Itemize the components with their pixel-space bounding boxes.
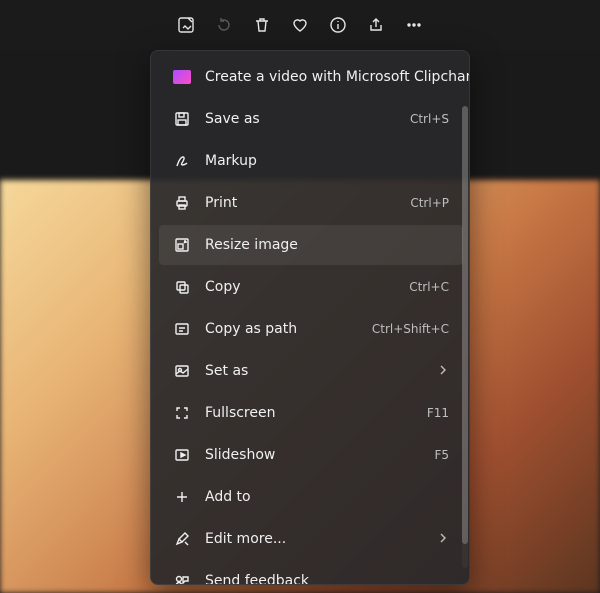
- save-icon: [173, 110, 191, 128]
- menu-item-label: Markup: [205, 153, 449, 169]
- more-button[interactable]: [395, 6, 433, 44]
- rotate-button: [205, 6, 243, 44]
- menu-item-shortcut: F5: [434, 448, 449, 462]
- menu-item-label: Add to: [205, 489, 449, 505]
- menu-item-markup[interactable]: Markup: [159, 141, 463, 181]
- menu-item-copy[interactable]: CopyCtrl+C: [159, 267, 463, 307]
- edit-image-button[interactable]: [167, 6, 205, 44]
- delete-button[interactable]: [243, 6, 281, 44]
- resize-icon: [173, 236, 191, 254]
- clipchamp-icon: [173, 68, 191, 86]
- menu-item-print[interactable]: PrintCtrl+P: [159, 183, 463, 223]
- menu-item-label: Save as: [205, 111, 410, 127]
- copy-icon: [173, 278, 191, 296]
- favorite-button[interactable]: [281, 6, 319, 44]
- menu-item-label: Set as: [205, 363, 437, 379]
- menu-item-copy-as-path[interactable]: Copy as pathCtrl+Shift+C: [159, 309, 463, 349]
- slideshow-icon: [173, 446, 191, 464]
- markup-icon: [173, 152, 191, 170]
- menu-item-save-as[interactable]: Save asCtrl+S: [159, 99, 463, 139]
- menu-item-add-to[interactable]: Add to: [159, 477, 463, 517]
- menu-item-label: Create a video with Microsoft Clipchamp: [205, 69, 469, 85]
- menu-item-shortcut: F11: [427, 406, 449, 420]
- menu-item-label: Slideshow: [205, 447, 434, 463]
- menu-item-resize-image[interactable]: Resize image: [159, 225, 463, 265]
- menu-item-label: Copy: [205, 279, 409, 295]
- menu-item-fullscreen[interactable]: FullscreenF11: [159, 393, 463, 433]
- menu-item-label: Edit more...: [205, 531, 437, 547]
- menu-item-slideshow[interactable]: SlideshowF5: [159, 435, 463, 475]
- menu-scrollbar-thumb[interactable]: [462, 106, 468, 544]
- print-icon: [173, 194, 191, 212]
- copy-path-icon: [173, 320, 191, 338]
- menu-scrollbar[interactable]: [462, 106, 468, 568]
- add-icon: [173, 488, 191, 506]
- menu-item-edit-more[interactable]: Edit more...: [159, 519, 463, 559]
- set-as-icon: [173, 362, 191, 380]
- chevron-right-icon: [437, 364, 449, 379]
- edit-more-icon: [173, 530, 191, 548]
- info-button[interactable]: [319, 6, 357, 44]
- menu-item-label: Print: [205, 195, 410, 211]
- menu-item-label: Fullscreen: [205, 405, 427, 421]
- menu-item-label: Copy as path: [205, 321, 372, 337]
- menu-item-shortcut: Ctrl+P: [410, 196, 449, 210]
- menu-item-shortcut: Ctrl+S: [410, 112, 449, 126]
- menu-item-shortcut: Ctrl+C: [409, 280, 449, 294]
- chevron-right-icon: [437, 532, 449, 547]
- fullscreen-icon: [173, 404, 191, 422]
- menu-item-send-feedback[interactable]: Send feedback: [159, 561, 463, 584]
- menu-item-create-a-video-with-microsoft-clipchamp[interactable]: Create a video with Microsoft Clipchamp: [159, 57, 463, 97]
- context-menu: Create a video with Microsoft ClipchampS…: [150, 50, 470, 585]
- menu-item-label: Resize image: [205, 237, 449, 253]
- menu-item-label: Send feedback: [205, 573, 449, 584]
- share-button[interactable]: [357, 6, 395, 44]
- toolbar: [0, 0, 600, 50]
- feedback-icon: [173, 572, 191, 584]
- menu-item-shortcut: Ctrl+Shift+C: [372, 322, 449, 336]
- menu-item-set-as[interactable]: Set as: [159, 351, 463, 391]
